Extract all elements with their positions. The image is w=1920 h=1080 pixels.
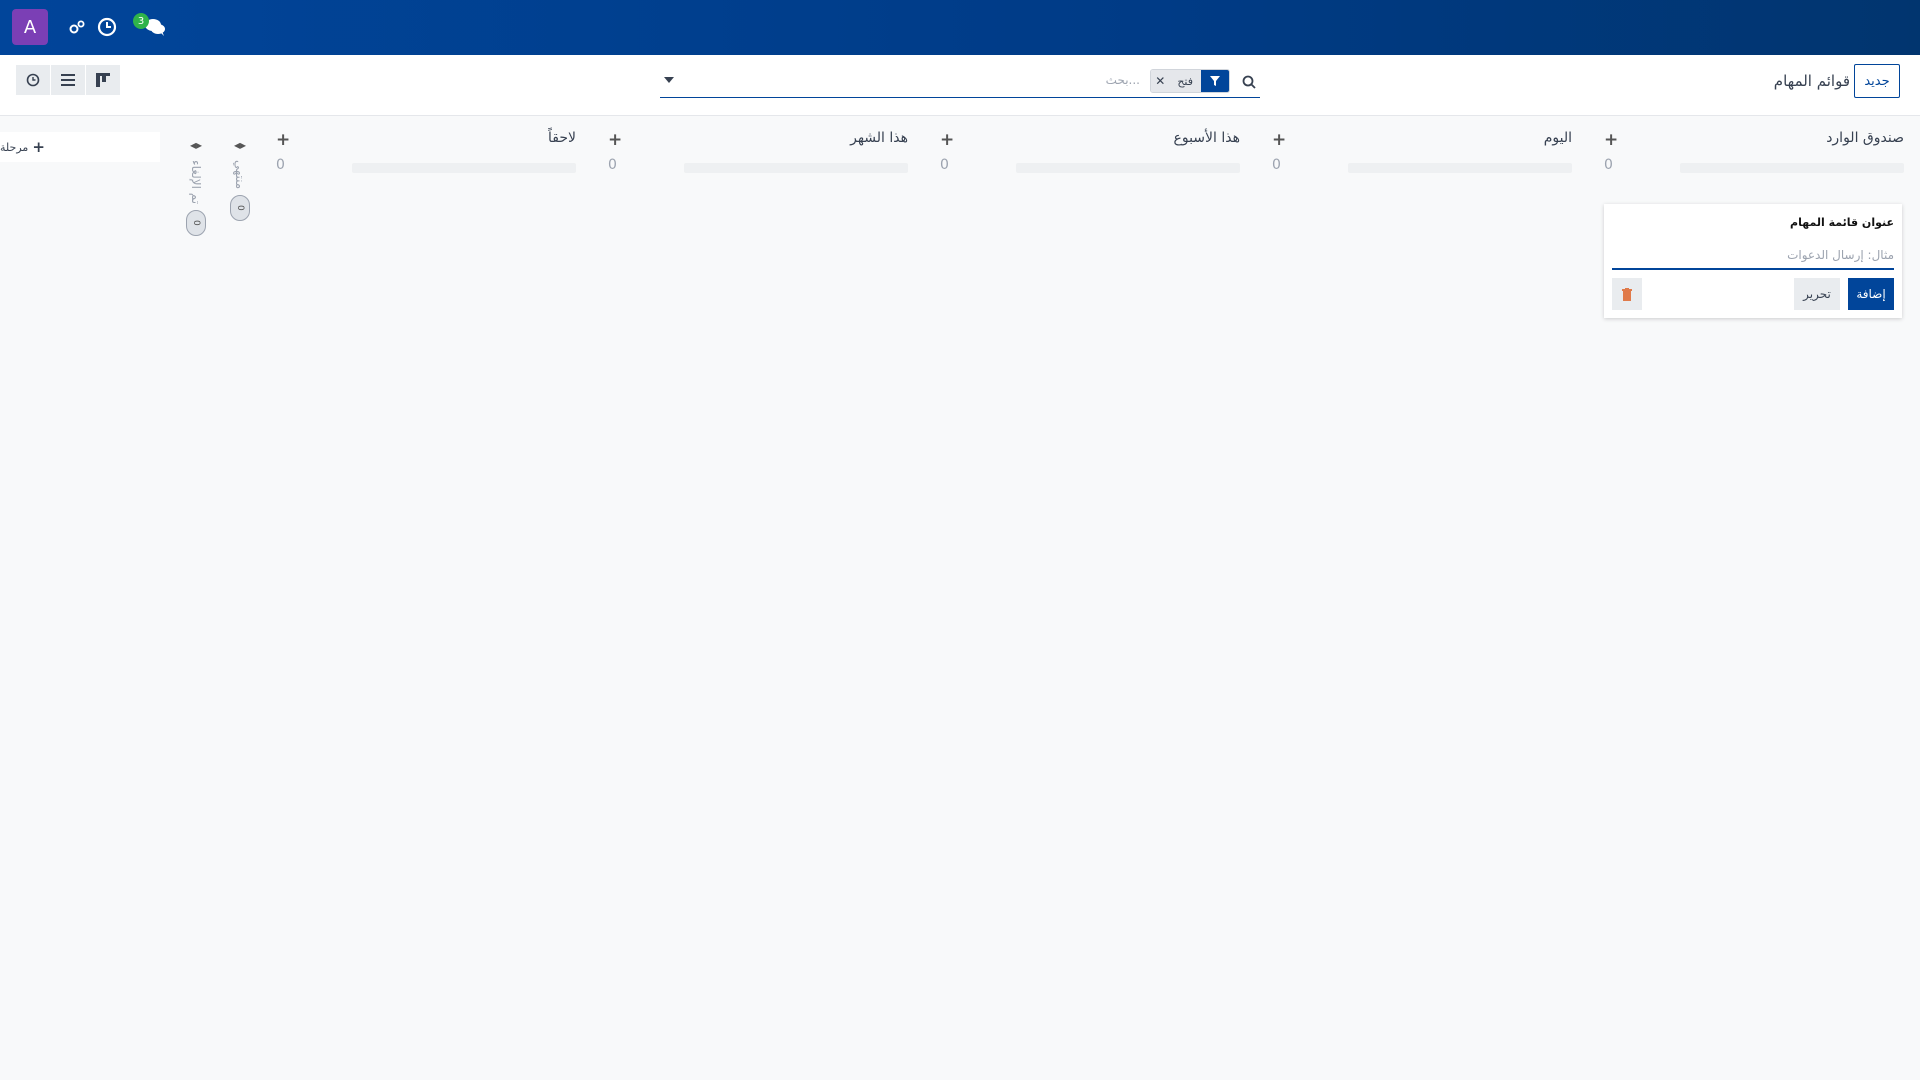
column-today: + اليوم <box>1272 130 1572 150</box>
column-title[interactable]: هذا الشهر <box>850 130 908 146</box>
add-stage-button[interactable]: مرحلة + <box>0 132 160 162</box>
folded-column-count: 0 <box>230 195 250 222</box>
column-add-plus-icon[interactable]: + <box>276 130 290 150</box>
column-title[interactable]: هذا الأسبوع <box>1174 130 1241 146</box>
add-stage-label: مرحلة <box>0 140 29 154</box>
messages-badge: 3 <box>133 13 149 29</box>
column-count: 0 <box>276 157 285 173</box>
column-title[interactable]: لاحقاً <box>548 130 576 146</box>
edit-button[interactable]: تحرير <box>1794 278 1840 310</box>
settings-gears-icon[interactable] <box>66 16 88 38</box>
search-input[interactable]: بحث... <box>1106 73 1140 87</box>
column-add-plus-icon[interactable]: + <box>608 130 622 150</box>
view-switcher <box>16 65 121 95</box>
input-placeholder: مثال: إرسال الدعوات <box>1787 248 1894 262</box>
search-bar[interactable]: فتح ✕ بحث... <box>660 67 1260 98</box>
column-inbox: + صندوق الوارد <box>1604 130 1904 150</box>
column-count: 0 <box>1604 157 1613 173</box>
activity-view-icon[interactable] <box>16 65 50 95</box>
user-avatar[interactable]: A <box>12 9 48 45</box>
list-view-icon[interactable] <box>51 65 85 95</box>
filter-icon <box>1201 70 1229 92</box>
column-progress-bar <box>1680 163 1904 173</box>
facet-value: فتح <box>1169 70 1201 92</box>
quick-create-card: عنوان قائمة المهام مثال: إرسال الدعوات إ… <box>1604 204 1902 318</box>
expand-arrows-icon[interactable]: ◂▸ <box>184 138 208 152</box>
folded-column-done[interactable]: ◂▸ منتهي 0 <box>228 138 252 222</box>
breadcrumb: قوائم المهام <box>1773 72 1850 90</box>
column-progress-bar <box>1016 163 1240 173</box>
task-list-title-input[interactable]: مثال: إرسال الدعوات <box>1612 244 1894 270</box>
folded-column-count: 0 <box>186 210 206 237</box>
column-progress-bar <box>684 163 908 173</box>
top-navbar: A 3 <box>0 0 1920 55</box>
add-button[interactable]: إضافة <box>1848 278 1894 310</box>
control-panel: جديد قوائم المهام فتح ✕ بحث... <box>0 55 1920 116</box>
column-later: + لاحقاً <box>276 130 576 150</box>
search-icon[interactable] <box>1238 71 1260 93</box>
column-count: 0 <box>940 157 949 173</box>
trash-icon[interactable] <box>1612 278 1642 310</box>
search-facet: فتح ✕ <box>1150 69 1230 93</box>
column-this-week: + هذا الأسبوع <box>940 130 1240 150</box>
column-title[interactable]: اليوم <box>1544 130 1572 146</box>
folded-column-cancelled[interactable]: ◂▸ تم الإلغاء 0 <box>184 138 208 237</box>
column-progress-bar <box>1348 163 1572 173</box>
folded-column-label: تم الإلغاء <box>189 160 203 205</box>
new-button[interactable]: جديد <box>1854 64 1900 98</box>
clock-icon[interactable] <box>96 16 118 38</box>
search-options-toggle-icon[interactable] <box>664 77 674 83</box>
facet-remove-icon[interactable]: ✕ <box>1151 70 1170 92</box>
column-add-plus-icon[interactable]: + <box>940 130 954 150</box>
column-add-plus-icon[interactable]: + <box>1272 130 1286 150</box>
column-add-plus-icon[interactable]: + <box>1604 130 1618 150</box>
quick-create-label: عنوان قائمة المهام <box>1790 216 1894 229</box>
folded-column-label: منتهي <box>233 160 247 190</box>
column-count: 0 <box>608 157 617 173</box>
column-count: 0 <box>1272 157 1281 173</box>
column-title[interactable]: صندوق الوارد <box>1826 130 1904 146</box>
column-this-month: + هذا الشهر <box>608 130 908 150</box>
kanban-view-icon[interactable] <box>86 65 120 95</box>
column-progress-bar <box>352 163 576 173</box>
expand-arrows-icon[interactable]: ◂▸ <box>228 138 252 152</box>
plus-icon: + <box>32 138 45 156</box>
